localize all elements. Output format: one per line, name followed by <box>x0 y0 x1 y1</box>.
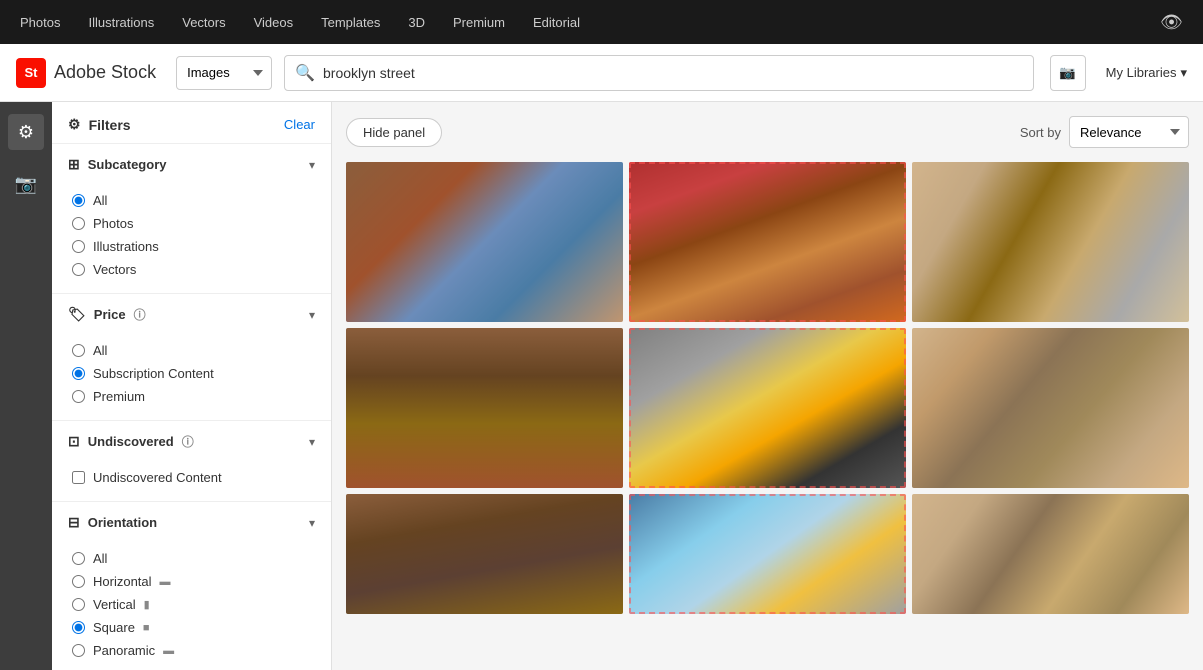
panoramic-shape-icon: ▬ <box>163 645 174 657</box>
my-libraries-label: My Libraries <box>1106 65 1177 80</box>
undiscovered-icon: ⊡ <box>68 433 80 450</box>
image-item-9[interactable] <box>912 494 1189 614</box>
subcategory-header[interactable]: ⊞ Subcategory ▾ <box>52 144 331 185</box>
image-grid <box>346 162 1189 614</box>
filter-section-orientation: ⊟ Orientation ▾ All Horizontal ▬ Vertica… <box>52 502 331 670</box>
image-item-8[interactable] <box>629 494 906 614</box>
hide-panel-button[interactable]: Hide panel <box>346 118 442 147</box>
icon-sidebar: ⚙ 📷 <box>0 102 52 670</box>
visual-search-button[interactable]: 📷 <box>1050 55 1086 91</box>
camera-icon: 📷 <box>15 174 37 195</box>
content-area: Hide panel Sort by Relevance Newest Undi… <box>332 102 1203 670</box>
filters-panel: ⚙ Filters Clear ⊞ Subcategory ▾ All Phot… <box>52 102 332 670</box>
orientation-header[interactable]: ⊟ Orientation ▾ <box>52 502 331 543</box>
sort-by-label: Sort by <box>1020 125 1061 140</box>
sliders-icon: ⚙ <box>18 122 34 143</box>
orientation-label: Orientation <box>88 515 157 530</box>
filters-header: ⚙ Filters Clear <box>52 102 331 144</box>
subcategory-title: ⊞ Subcategory <box>68 156 166 173</box>
subcategory-option-vectors[interactable]: Vectors <box>72 258 315 281</box>
chevron-down-icon: ▾ <box>309 158 315 172</box>
nav-illustrations[interactable]: Illustrations <box>88 15 154 30</box>
price-options: All Subscription Content Premium <box>52 335 331 420</box>
nav-3d[interactable]: 3D <box>408 15 425 30</box>
image-item-4[interactable] <box>346 328 623 488</box>
chevron-down-icon: ▾ <box>1180 65 1187 81</box>
chevron-down-icon: ▾ <box>309 308 315 322</box>
brand-name: Adobe Stock <box>54 62 156 83</box>
clear-filters-button[interactable]: Clear <box>284 117 315 132</box>
filter-icon: ⚙ <box>68 116 81 133</box>
nav-premium[interactable]: Premium <box>453 15 505 30</box>
orientation-option-all[interactable]: All <box>72 547 315 570</box>
price-info-icon[interactable]: ⓘ <box>134 306 146 323</box>
undiscovered-header[interactable]: ⊡ Undiscovered ⓘ ▾ <box>52 421 331 462</box>
search-magnifier-icon: 🔍 <box>295 63 315 83</box>
logo-area: St Adobe Stock <box>16 58 156 88</box>
top-navigation: Photos Illustrations Vectors Videos Temp… <box>0 0 1203 44</box>
orientation-option-square[interactable]: Square ■ <box>72 616 315 639</box>
nav-templates[interactable]: Templates <box>321 15 380 30</box>
logo-badge: St <box>16 58 46 88</box>
chevron-down-icon: ▾ <box>309 435 315 449</box>
orientation-title: ⊟ Orientation <box>68 514 157 531</box>
price-option-premium[interactable]: Premium <box>72 385 315 408</box>
undiscovered-option-content[interactable]: Undiscovered Content <box>72 466 315 489</box>
image-item-6[interactable] <box>912 328 1189 488</box>
sort-area: Sort by Relevance Newest Undiscovered <box>1020 116 1189 148</box>
search-type-select[interactable]: Images Videos Templates 3D Editorial <box>176 56 272 90</box>
grid-icon: ⊞ <box>68 156 80 173</box>
filters-title: ⚙ Filters <box>68 116 131 133</box>
price-header[interactable]: 🏷 Price ⓘ ▾ <box>52 294 331 335</box>
image-item-2[interactable] <box>629 162 906 322</box>
filter-toggle-button[interactable]: ⚙ <box>8 114 44 150</box>
undiscovered-options: Undiscovered Content <box>52 462 331 501</box>
nav-videos[interactable]: Videos <box>254 15 294 30</box>
search-input[interactable] <box>323 65 1023 81</box>
price-title: 🏷 Price ⓘ <box>68 306 146 323</box>
filter-section-undiscovered: ⊡ Undiscovered ⓘ ▾ Undiscovered Content <box>52 421 331 502</box>
subcategory-option-all[interactable]: All <box>72 189 315 212</box>
image-item-3[interactable] <box>912 162 1189 322</box>
horizontal-shape-icon: ▬ <box>160 576 171 588</box>
price-icon: 🏷 <box>68 306 86 323</box>
account-icon[interactable]: 👁 <box>1160 12 1183 33</box>
camera-upload-button[interactable]: 📷 <box>8 166 44 202</box>
main-layout: ⚙ 📷 ⚙ Filters Clear ⊞ Subcategory ▾ <box>0 102 1203 670</box>
image-item-1[interactable] <box>346 162 623 322</box>
chevron-down-icon: ▾ <box>309 516 315 530</box>
price-label: Price <box>94 307 126 322</box>
vertical-shape-icon: ▮ <box>144 598 150 611</box>
undiscovered-label: Undiscovered <box>88 434 174 449</box>
subcategory-options: All Photos Illustrations Vectors <box>52 185 331 293</box>
undiscovered-title: ⊡ Undiscovered ⓘ <box>68 433 194 450</box>
sort-select[interactable]: Relevance Newest Undiscovered <box>1069 116 1189 148</box>
site-header: St Adobe Stock Images Videos Templates 3… <box>0 44 1203 102</box>
orientation-icon: ⊟ <box>68 514 80 531</box>
orientation-options: All Horizontal ▬ Vertical ▮ Square ■ Pan… <box>52 543 331 670</box>
subcategory-label: Subcategory <box>88 157 167 172</box>
undiscovered-info-icon[interactable]: ⓘ <box>182 433 194 450</box>
subcategory-option-illustrations[interactable]: Illustrations <box>72 235 315 258</box>
filters-label: Filters <box>89 117 131 133</box>
price-option-all[interactable]: All <box>72 339 315 362</box>
nav-photos[interactable]: Photos <box>20 15 60 30</box>
filter-section-subcategory: ⊞ Subcategory ▾ All Photos Illustrations… <box>52 144 331 294</box>
orientation-option-horizontal[interactable]: Horizontal ▬ <box>72 570 315 593</box>
content-toolbar: Hide panel Sort by Relevance Newest Undi… <box>346 116 1189 148</box>
my-libraries-button[interactable]: My Libraries ▾ <box>1106 65 1187 81</box>
image-item-5[interactable] <box>629 328 906 488</box>
image-item-7[interactable] <box>346 494 623 614</box>
subcategory-option-photos[interactable]: Photos <box>72 212 315 235</box>
price-option-subscription[interactable]: Subscription Content <box>72 362 315 385</box>
orientation-option-vertical[interactable]: Vertical ▮ <box>72 593 315 616</box>
orientation-option-panoramic[interactable]: Panoramic ▬ <box>72 639 315 662</box>
nav-vectors[interactable]: Vectors <box>182 15 225 30</box>
square-shape-icon: ■ <box>143 622 150 634</box>
camera-icon: 📷 <box>1059 65 1076 81</box>
search-bar: 🔍 <box>284 55 1034 91</box>
nav-editorial[interactable]: Editorial <box>533 15 580 30</box>
filter-section-price: 🏷 Price ⓘ ▾ All Subscription Content Pre… <box>52 294 331 421</box>
